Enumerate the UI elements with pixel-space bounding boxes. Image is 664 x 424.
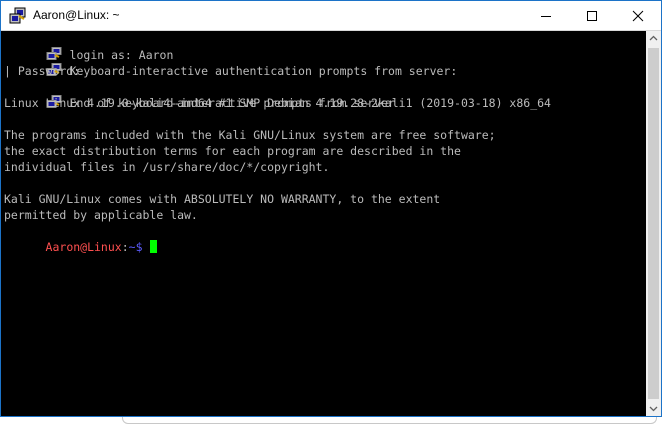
terminal-line-text: Keyboard-interactive authentication prom… <box>69 64 458 78</box>
terminal-line: | Password: <box>4 64 81 78</box>
terminal-line: End of keyboard-interactive prompts from… <box>4 79 395 110</box>
terminal-line: Keyboard-interactive authentication prom… <box>4 47 457 78</box>
close-button[interactable] <box>615 1 661 30</box>
terminal-line: login as: Aaron <box>4 31 173 62</box>
scroll-down-button[interactable] <box>646 401 661 416</box>
putty-window: Aaron@Linux: ~ login as: Aaron Keyboard-… <box>0 0 662 417</box>
minimize-icon <box>541 16 551 17</box>
maximize-icon <box>587 11 597 21</box>
minimize-button[interactable] <box>523 1 569 30</box>
terminal-line: the exact distribution terms for each pr… <box>4 144 461 158</box>
prompt-path: ~$ <box>128 240 143 254</box>
prompt-separator: : <box>121 240 129 254</box>
terminal-line: individual files in /usr/share/doc/*/cop… <box>4 160 330 174</box>
terminal-line: permitted by applicable law. <box>4 208 198 222</box>
scroll-up-button[interactable] <box>646 31 661 46</box>
shell-prompt-line[interactable]: Aaron@Linux:~$ <box>4 223 157 254</box>
vertical-scrollbar[interactable] <box>646 31 661 416</box>
close-icon <box>632 10 644 22</box>
terminal-line: The programs included with the Kali GNU/… <box>4 128 496 142</box>
text-cursor[interactable] <box>149 240 157 253</box>
maximize-button[interactable] <box>569 1 615 30</box>
scroll-up-arrow-icon <box>649 35 658 41</box>
putty-icon[interactable] <box>9 7 27 25</box>
title-bar[interactable]: Aaron@Linux: ~ <box>1 1 661 31</box>
terminal-line: Linux Linux 4.19.0-kali4-amd64 #1 SMP De… <box>4 96 551 110</box>
terminal-output[interactable]: login as: Aaron Keyboard-interactive aut… <box>1 31 645 416</box>
prompt-user-host: Aaron@Linux <box>45 240 122 254</box>
scroll-thumb[interactable] <box>648 48 659 399</box>
background-window-edge <box>122 417 657 424</box>
terminal-line: Kali GNU/Linux comes with ABSOLUTELY NO … <box>4 192 441 206</box>
scroll-down-arrow-icon <box>649 406 658 412</box>
window-title: Aaron@Linux: ~ <box>33 8 120 22</box>
